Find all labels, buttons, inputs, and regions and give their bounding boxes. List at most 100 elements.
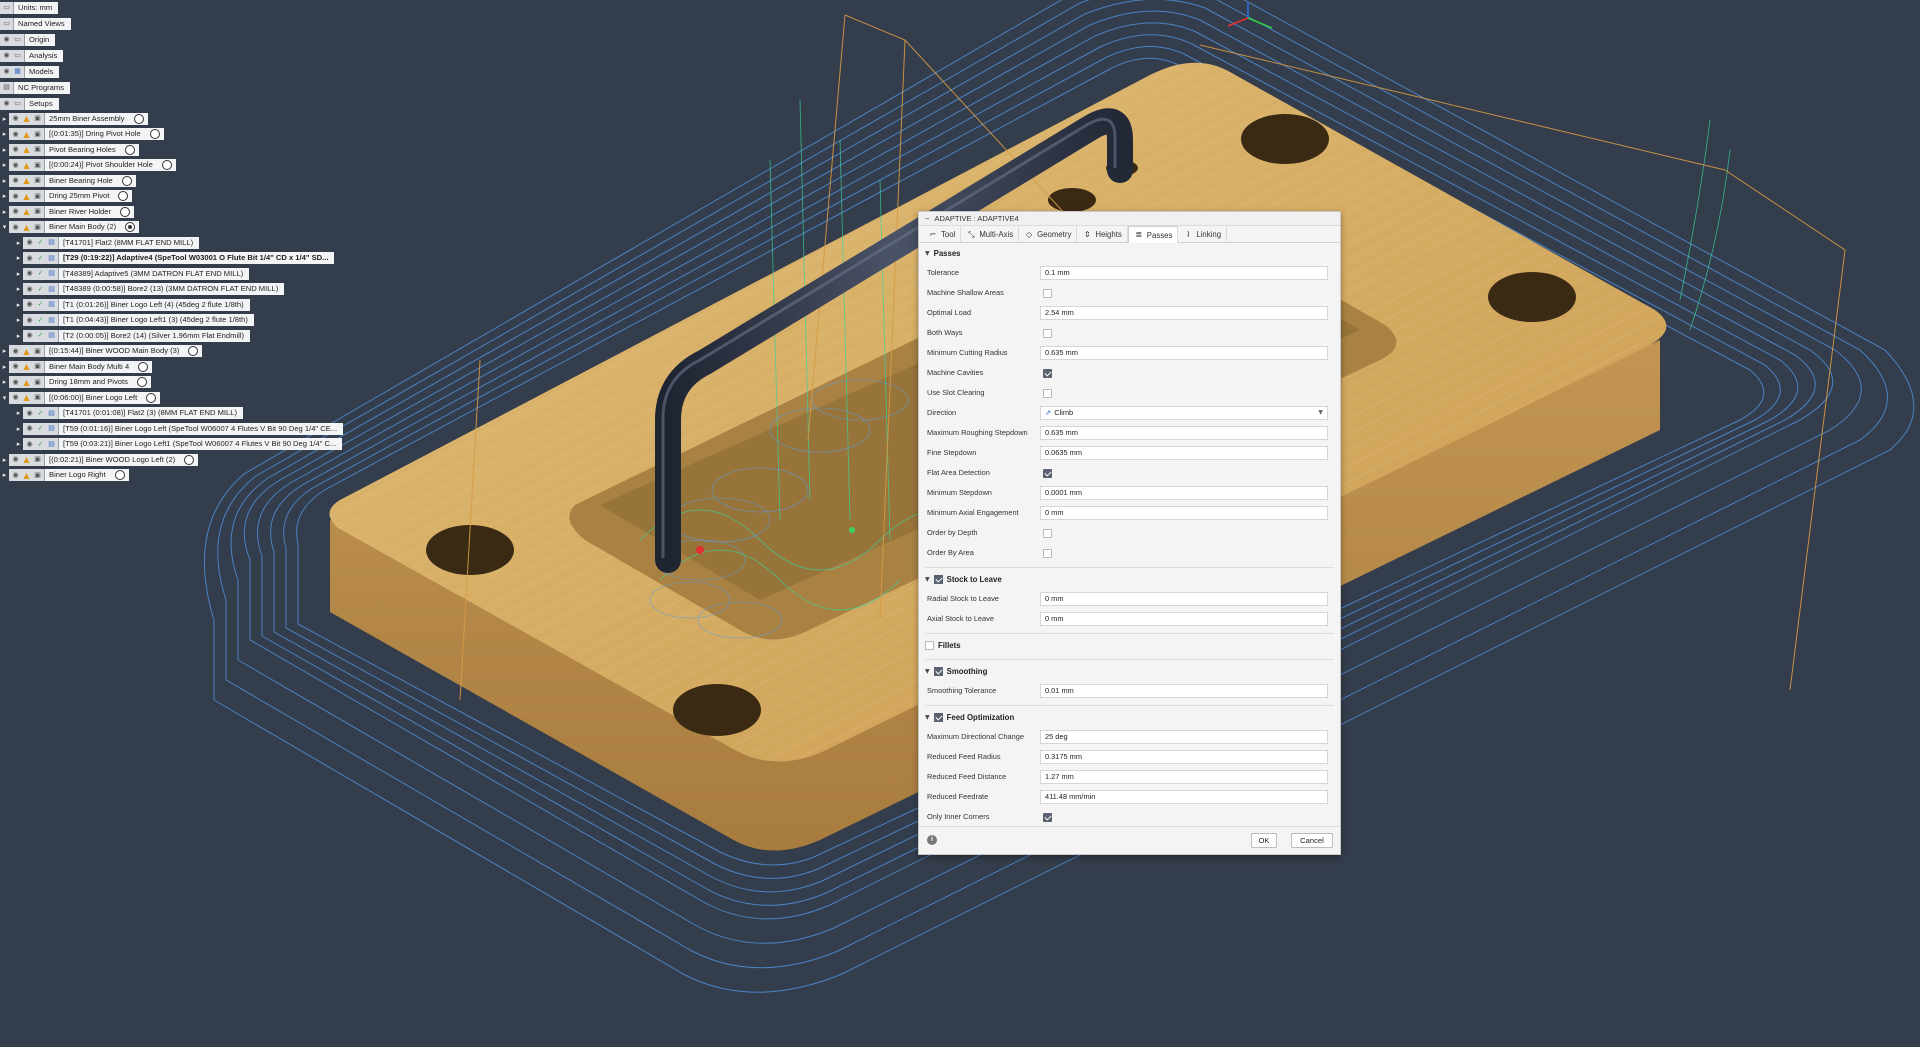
eye-icon[interactable]: ◉ — [25, 424, 34, 433]
eye-icon[interactable]: ◉ — [25, 316, 34, 325]
section-fillets[interactable]: Fillets — [925, 638, 961, 652]
section-feed[interactable]: ▼ Feed Optimization — [925, 710, 1014, 724]
expand-arrow-icon[interactable]: ▸ — [14, 236, 23, 249]
cancel-button[interactable]: Cancel — [1291, 833, 1333, 848]
active-setup-radio[interactable] — [184, 454, 195, 465]
param-input[interactable]: 1.27 mm — [1040, 770, 1328, 784]
eye-icon[interactable]: ◉ — [25, 440, 34, 449]
param-input[interactable]: 2.54 mm — [1040, 306, 1328, 320]
collapse-arrow-icon[interactable]: ▾ — [0, 221, 9, 234]
expand-arrow-icon[interactable]: ▸ — [0, 205, 9, 218]
expand-arrow-icon[interactable]: ▸ — [0, 112, 9, 125]
operation-row[interactable]: ▸ ◉ ✓ ▤ [T29 (0:19:22)] Adaptive4 (SpeTool W… — [14, 252, 335, 265]
active-setup-radio[interactable] — [138, 361, 149, 372]
tab-passes[interactable]: ≣ Passes — [1127, 226, 1179, 243]
operation-row[interactable]: ▸ ◉ ✓ ▤ [T41701] Flat2 (8MM FLAT END MILL) — [14, 236, 200, 249]
eye-icon[interactable]: ◉ — [11, 393, 20, 402]
tab-heights[interactable]: ⇕ Heights — [1077, 226, 1128, 243]
active-setup-radio[interactable] — [161, 160, 172, 170]
expand-arrow-icon[interactable]: ▸ — [0, 469, 9, 482]
expand-arrow-icon[interactable]: ▸ — [14, 407, 23, 420]
eye-icon[interactable]: ◉ — [11, 455, 20, 464]
tab-geometry[interactable]: ◇ Geometry — [1019, 226, 1078, 243]
direction-select[interactable]: ⇗ Climb ▼ — [1040, 406, 1328, 420]
eye-icon[interactable]: ◉ — [25, 409, 34, 418]
active-setup-radio[interactable] — [188, 346, 199, 356]
setup-row[interactable]: ▸ ◉ ▲ ▣ 25mm Biner Assembly — [0, 112, 148, 125]
active-setup-radio[interactable] — [133, 113, 144, 124]
tab-multi-axis[interactable]: ⤡ Multi-Axis — [961, 226, 1020, 243]
section-stock[interactable]: ▼ Stock to Leave — [925, 572, 1002, 586]
expand-arrow-icon[interactable]: ▸ — [14, 267, 23, 280]
expand-arrow-icon[interactable]: ▸ — [0, 345, 9, 358]
eye-icon[interactable]: ◉ — [25, 254, 34, 263]
expand-arrow-icon[interactable]: ▸ — [0, 174, 9, 187]
expand-arrow-icon[interactable]: ▸ — [14, 422, 23, 435]
section-passes[interactable]: ▼ Passes — [925, 246, 961, 260]
collapse-arrow-icon[interactable]: ▾ — [0, 391, 9, 404]
setup-row[interactable]: ▸ ◉ ▲ ▣ Pivot Bearing Holes — [0, 143, 139, 156]
expand-arrow-icon[interactable]: ▸ — [14, 438, 23, 451]
tree-item-analysis[interactable]: ◉ ▭ Analysis — [0, 49, 64, 62]
ok-button[interactable]: OK — [1251, 833, 1277, 848]
param-checkbox[interactable] — [1043, 389, 1052, 398]
setup-row[interactable]: ▸ ◉ ▲ ▣ Dring 18mm and Pivots — [0, 376, 151, 389]
section-enable-checkbox[interactable] — [925, 640, 934, 650]
param-checkbox[interactable] — [1043, 813, 1052, 822]
tab-linking[interactable]: ⌇ Linking — [1178, 226, 1228, 243]
section-enable-checkbox[interactable] — [933, 666, 943, 676]
eye-icon[interactable]: ◉ — [11, 471, 20, 480]
setup-row[interactable]: ▸ ◉ ▲ ▣ [(0:01:35)] Dring Pivot Hole — [0, 128, 164, 141]
eye-icon[interactable]: ◉ — [11, 347, 20, 356]
operation-row[interactable]: ▸ ◉ ✓ ▤ [T1 (0:01:26)] Biner Logo Left (4) (… — [14, 298, 250, 311]
active-setup-radio[interactable] — [149, 129, 160, 139]
setup-row[interactable]: ▾ ◉ ▲ ▣ [(0:06:00)] Biner Logo Left — [0, 391, 161, 404]
setup-row[interactable]: ▸ ◉ ▲ ▣ Biner River Holder — [0, 205, 135, 218]
setup-row[interactable]: ▸ ◉ ▲ ▣ [(0:02:21)] Biner WOOD Logo Left (2) — [0, 453, 199, 466]
eye-icon[interactable]: ◉ — [11, 362, 20, 371]
tree-item-setups[interactable]: ◉ ▭ Setups — [0, 97, 59, 110]
operation-row[interactable]: ▸ ◉ ✓ ▤ [T59 (0:03:21)] Biner Logo Left1 (Sp… — [14, 438, 343, 451]
tree-item-origin[interactable]: ◉ ▭ Origin — [0, 33, 56, 46]
active-setup-radio[interactable] — [124, 144, 135, 155]
active-setup-radio[interactable] — [121, 175, 132, 186]
param-input[interactable]: 0.635 mm — [1040, 346, 1328, 360]
active-setup-radio[interactable] — [120, 206, 131, 217]
axis-triad-icon[interactable] — [1227, 2, 1273, 29]
eye-icon[interactable]: ◉ — [11, 378, 20, 387]
expand-arrow-icon[interactable]: ▸ — [0, 190, 9, 203]
param-input[interactable]: 0.0001 mm — [1040, 486, 1328, 500]
operation-row[interactable]: ▸ ◉ ✓ ▤ [T2 (0:00:05)] Bore2 (14) (Silver 1.… — [14, 329, 251, 342]
param-input[interactable]: 0.3175 mm — [1040, 750, 1328, 764]
section-toggle-icon[interactable]: ▼ — [925, 250, 930, 257]
expand-arrow-icon[interactable]: ▸ — [0, 143, 9, 156]
setup-row[interactable]: ▸ ◉ ▲ ▣ Biner Main Body Multi 4 — [0, 360, 153, 373]
active-setup-radio[interactable] — [125, 222, 136, 232]
setup-row[interactable]: ▸ ◉ ▲ ▣ Biner Bearing Hole — [0, 174, 136, 187]
param-checkbox[interactable] — [1043, 549, 1052, 558]
active-setup-radio[interactable] — [146, 392, 157, 403]
eye-icon[interactable]: ◉ — [11, 161, 20, 170]
param-input[interactable]: 0.1 mm — [1040, 266, 1328, 280]
tab-tool[interactable]: ⌐ Tool — [923, 226, 962, 243]
setup-row[interactable]: ▸ ◉ ▲ ▣ Biner Logo Right — [0, 469, 129, 482]
section-toggle-icon[interactable]: ▼ — [925, 668, 930, 675]
expand-arrow-icon[interactable]: ▸ — [0, 360, 9, 373]
eye-icon[interactable]: ◉ — [2, 67, 11, 76]
eye-icon[interactable]: ◉ — [2, 99, 11, 108]
section-toggle-icon[interactable]: ▼ — [925, 714, 930, 721]
param-checkbox[interactable] — [1043, 289, 1052, 298]
expand-arrow-icon[interactable]: ▸ — [0, 128, 9, 141]
operation-row[interactable]: ▸ ◉ ✓ ▤ [T48389 (0:00:58)] Bore2 (13) (3MM D… — [14, 283, 285, 296]
eye-icon[interactable]: ◉ — [25, 300, 34, 309]
active-setup-radio[interactable] — [118, 191, 129, 201]
eye-icon[interactable]: ◉ — [25, 285, 34, 294]
expand-arrow-icon[interactable]: ▸ — [14, 329, 23, 342]
setup-row[interactable]: ▾ ◉ ▲ ▣ Biner Main Body (2) — [0, 221, 140, 234]
section-toggle-icon[interactable]: ▼ — [925, 576, 930, 583]
expand-arrow-icon[interactable]: ▸ — [0, 159, 9, 172]
param-input[interactable]: 25 deg — [1040, 730, 1328, 744]
eye-icon[interactable]: ◉ — [11, 130, 20, 139]
collapse-icon[interactable]: – — [925, 212, 929, 226]
tree-item-models[interactable]: ◉ ▦ Models — [0, 65, 60, 78]
